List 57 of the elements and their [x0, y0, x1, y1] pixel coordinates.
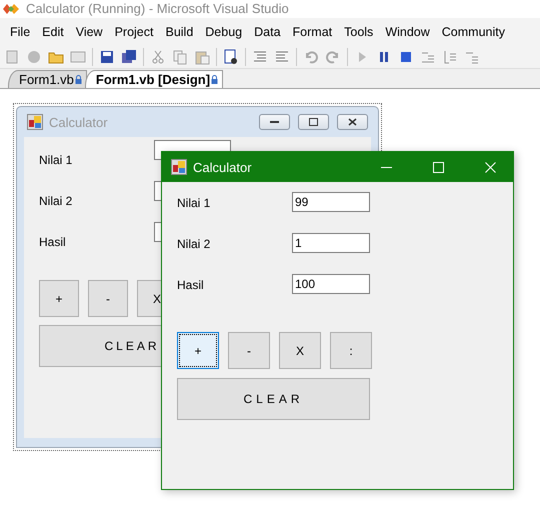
- logo-icon: [2, 2, 20, 14]
- maximize-icon: [432, 162, 444, 172]
- menu-item[interactable]: Build: [159, 24, 200, 38]
- save-all-icon[interactable]: [121, 48, 137, 64]
- field-label: Nilai 1: [177, 196, 212, 210]
- field-label: Nilai 2: [39, 194, 74, 208]
- operator-button[interactable]: +: [39, 280, 79, 317]
- menu-item[interactable]: Data: [248, 24, 287, 38]
- lock-icon: [74, 75, 82, 84]
- circle-icon[interactable]: [26, 48, 42, 64]
- operator-button[interactable]: :: [330, 332, 372, 369]
- menu-item[interactable]: View: [70, 24, 109, 38]
- outdent-icon[interactable]: [274, 48, 290, 64]
- document-tab[interactable]: Form1.vb: [8, 70, 87, 88]
- window-title: Calculator (Running) - Microsoft Visual Studio: [26, 1, 289, 16]
- maximize-icon: [309, 118, 318, 126]
- operator-button[interactable]: -: [88, 280, 128, 317]
- menu-item[interactable]: Project: [108, 24, 160, 38]
- menu-item[interactable]: Debug: [199, 24, 248, 38]
- field-label: Nilai 1: [39, 153, 74, 167]
- minimize-icon: [380, 166, 392, 168]
- minimize-button[interactable]: [259, 114, 290, 130]
- window-title: Calculator: [193, 160, 253, 174]
- document-tab[interactable]: Form1.vb [Design]: [84, 70, 224, 88]
- input-field[interactable]: 99: [292, 192, 370, 212]
- menu-item[interactable]: Window: [379, 24, 436, 38]
- indent-icon[interactable]: [252, 48, 268, 64]
- input-field[interactable]: 1: [292, 233, 370, 253]
- input-field[interactable]: 100: [292, 274, 370, 294]
- menu-item[interactable]: File: [4, 24, 36, 38]
- form-icon: [171, 159, 187, 175]
- menu-item[interactable]: Format: [286, 24, 338, 38]
- document-icon[interactable]: [4, 48, 20, 64]
- operator-button[interactable]: X: [279, 332, 321, 369]
- form-icon: [27, 114, 43, 130]
- menu-item[interactable]: Edit: [36, 24, 70, 38]
- clipboard-icon[interactable]: [194, 48, 210, 64]
- maximize-button[interactable]: [298, 114, 329, 130]
- scissors-icon[interactable]: [150, 48, 166, 64]
- minimize-icon: [270, 120, 279, 124]
- field-label: Hasil: [39, 235, 67, 249]
- close-icon: [484, 162, 496, 172]
- form-title: Calculator: [49, 114, 109, 130]
- lock-icon: [211, 75, 218, 84]
- undo-icon[interactable]: [303, 48, 319, 64]
- close-button[interactable]: [337, 114, 368, 130]
- clear-button[interactable]: CLEAR: [177, 378, 370, 420]
- close-icon: [348, 118, 357, 126]
- menu-item[interactable]: Tools: [338, 24, 380, 38]
- copy-icon[interactable]: [172, 48, 188, 64]
- redo-icon[interactable]: [325, 48, 341, 64]
- field-label: Hasil: [177, 278, 205, 292]
- save-icon[interactable]: [99, 48, 115, 64]
- field-label: Nilai 2: [177, 237, 212, 251]
- operator-button[interactable]: -: [228, 332, 270, 369]
- menu-item[interactable]: Community: [436, 24, 511, 38]
- operator-button[interactable]: +: [177, 332, 219, 369]
